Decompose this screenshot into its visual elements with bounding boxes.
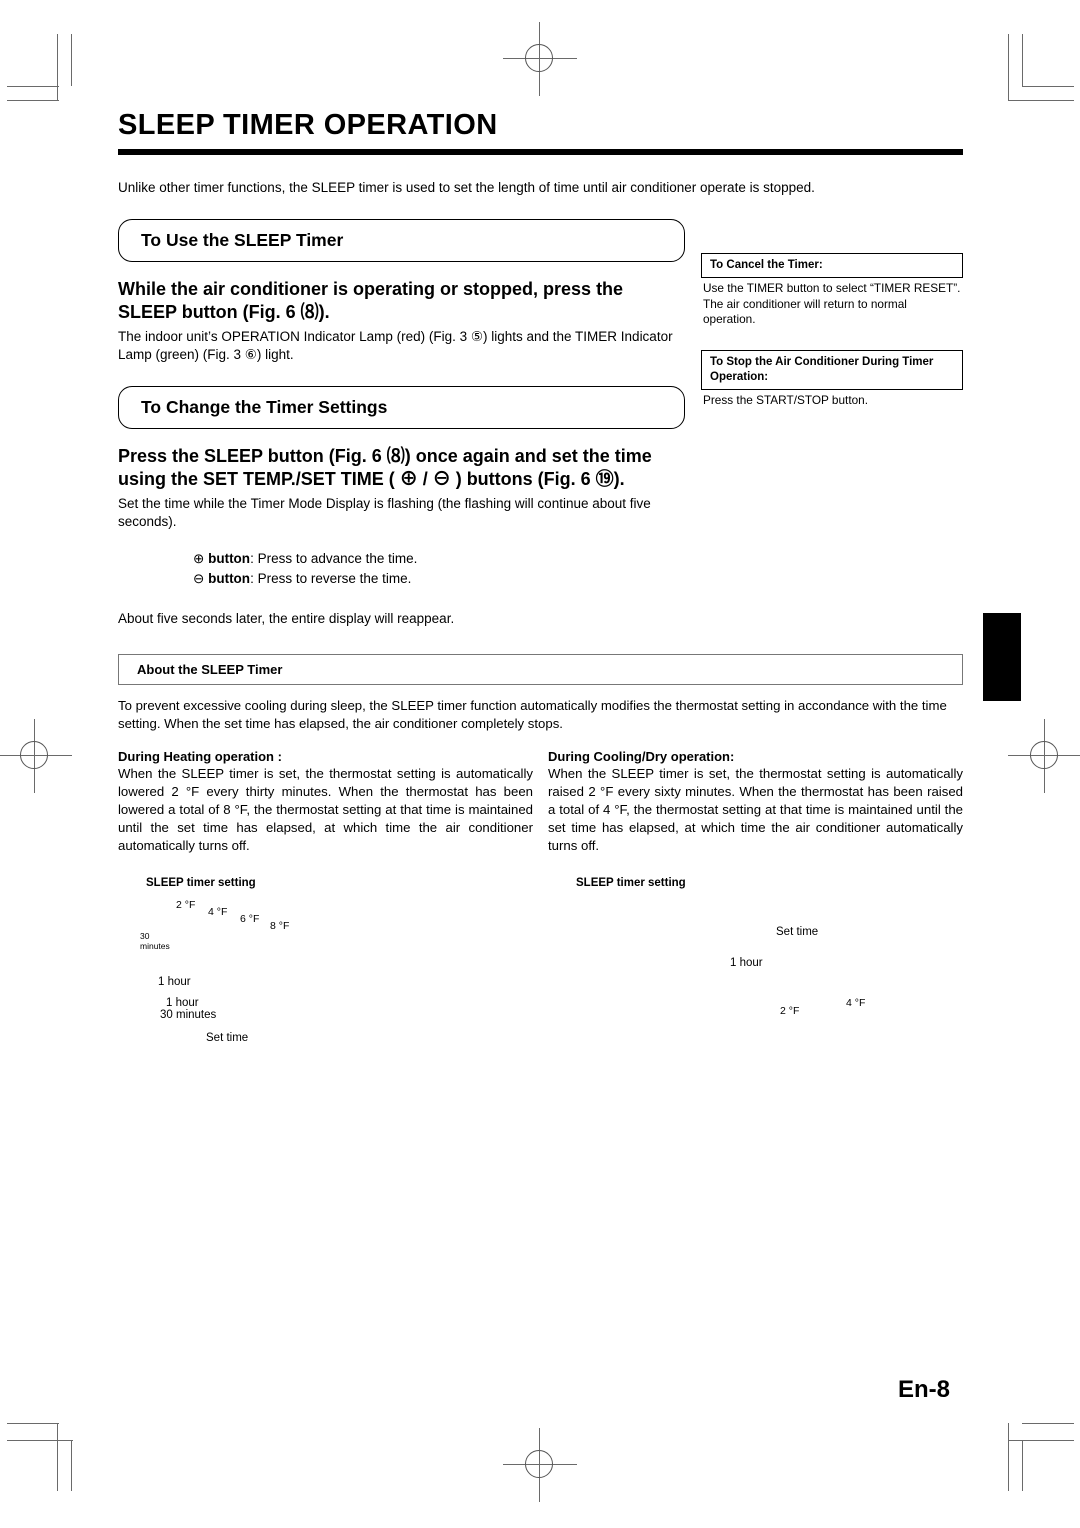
diagram-label: 2 °F — [780, 1004, 800, 1017]
about-sleep-timer-heading: About the SLEEP Timer — [118, 654, 963, 686]
change-timer-closing: About five seconds later, the entire dis… — [118, 611, 455, 627]
page-title: SLEEP TIMER OPERATION — [118, 109, 498, 141]
heating-operation-body: When the SLEEP timer is set, the thermos… — [118, 765, 533, 853]
change-timer-body: Set the time while the Timer Mode Displa… — [118, 496, 651, 530]
main-column: To Use the SLEEP Timer While the air con… — [118, 219, 685, 628]
diagram-label: 30 — [140, 930, 150, 941]
cooling-operation-body: When the SLEEP timer is set, the thermos… — [548, 765, 963, 853]
section-heading-use-sleep-timer: To Use the SLEEP Timer — [118, 219, 685, 263]
cooling-operation-heading: During Cooling/Dry operation: — [548, 748, 735, 764]
title-rule — [118, 148, 963, 155]
section-heading-change-timer-settings: To Change the Timer Settings — [118, 386, 685, 430]
minus-circle-icon: ⊖ — [193, 570, 205, 586]
registration-mark-right — [1008, 719, 1080, 793]
two-column-area: To Use the SLEEP Timer While the air con… — [118, 219, 963, 628]
minus-button-label: button — [208, 570, 251, 586]
registration-mark-top — [503, 22, 577, 96]
stop-air-conditioner-box-heading: To Stop the Air Conditioner During Timer… — [701, 350, 963, 390]
intro-paragraph: Unlike other timer functions, the SLEEP … — [118, 179, 815, 195]
minus-button-text: : Press to reverse the time. — [250, 570, 412, 586]
diagram-label: 6 °F — [240, 912, 260, 925]
diagram-label: Set time — [776, 925, 819, 938]
registration-mark-bottom — [503, 1428, 577, 1502]
plus-circle-icon: ⊕ — [193, 551, 205, 567]
heating-sleep-timer-diagram: 2 °F 4 °F 6 °F 8 °F 30 minutes 1 hour 1 hour 30 … — [118, 889, 533, 1079]
heating-diagram-caption: SLEEP timer setting — [146, 876, 256, 889]
page-thumb-tab — [983, 613, 1021, 701]
plus-button-text: : Press to advance the time. — [250, 551, 418, 567]
use-sleep-timer-lead: While the air conditioner is operating o… — [118, 279, 624, 323]
stop-air-conditioner-box-body: Press the START/STOP button. — [703, 392, 869, 407]
heating-operation-column: During Heating operation : When the SLEE… — [118, 749, 533, 855]
diagram-label: 4 °F — [846, 996, 866, 1009]
cooling-sleep-timer-diagram: Set time 1 hour 2 °F 4 °F — [548, 889, 963, 1079]
diagram-label: Set time — [206, 1031, 249, 1044]
diagram-label: 1 hour — [730, 956, 763, 969]
heating-operation-heading: During Heating operation : — [118, 748, 282, 764]
heating-diagram-block: SLEEP timer setting 2 °F 4 °F 6 °F 8 °F 30 mi… — [118, 855, 533, 1079]
plus-button-line: ⊕ button: Press to advance the time. — [193, 549, 685, 569]
use-sleep-timer-body: The indoor unit’s OPERATION Indicator La… — [118, 329, 673, 363]
registration-mark-left — [0, 719, 72, 793]
cooling-operation-column: During Cooling/Dry operation: When the S… — [548, 749, 963, 855]
about-sleep-timer-text: To prevent excessive cooling during slee… — [118, 698, 947, 731]
minus-button-line: ⊖ button: Press to reverse the time. — [193, 569, 685, 589]
diagram-label: minutes — [140, 940, 170, 951]
operation-columns: During Heating operation : When the SLEE… — [118, 749, 963, 855]
diagram-label: 8 °F — [270, 919, 290, 932]
sidebar-column: To Cancel the Timer: Use the TIMER butto… — [701, 253, 963, 409]
diagram-label: 2 °F — [176, 898, 196, 911]
cancel-timer-box-body: Use the TIMER button to select “TIMER RE… — [703, 281, 961, 327]
plus-button-label: button — [208, 551, 251, 567]
cancel-timer-box-heading: To Cancel the Timer: — [701, 253, 963, 279]
page-content: SLEEP TIMER OPERATION Unlike other timer… — [118, 109, 963, 1079]
button-instruction-list: ⊕ button: Press to advance the time. ⊖ b… — [193, 549, 685, 588]
diagram-label: 1 hour — [158, 975, 191, 988]
cooling-diagram-block: SLEEP timer setting Set time 1 hour 2 °F 4 … — [548, 855, 963, 1079]
diagram-captions-row: SLEEP timer setting 2 °F 4 °F 6 °F 8 °F 30 mi… — [118, 855, 963, 1079]
change-timer-lead: Press the SLEEP button (Fig. 6 ⑻) once a… — [118, 446, 652, 490]
page-number: En-8 — [898, 1376, 951, 1403]
diagram-label: 4 °F — [208, 905, 228, 918]
diagram-label: 30 minutes — [160, 1008, 217, 1021]
cooling-diagram-caption: SLEEP timer setting — [576, 876, 686, 889]
